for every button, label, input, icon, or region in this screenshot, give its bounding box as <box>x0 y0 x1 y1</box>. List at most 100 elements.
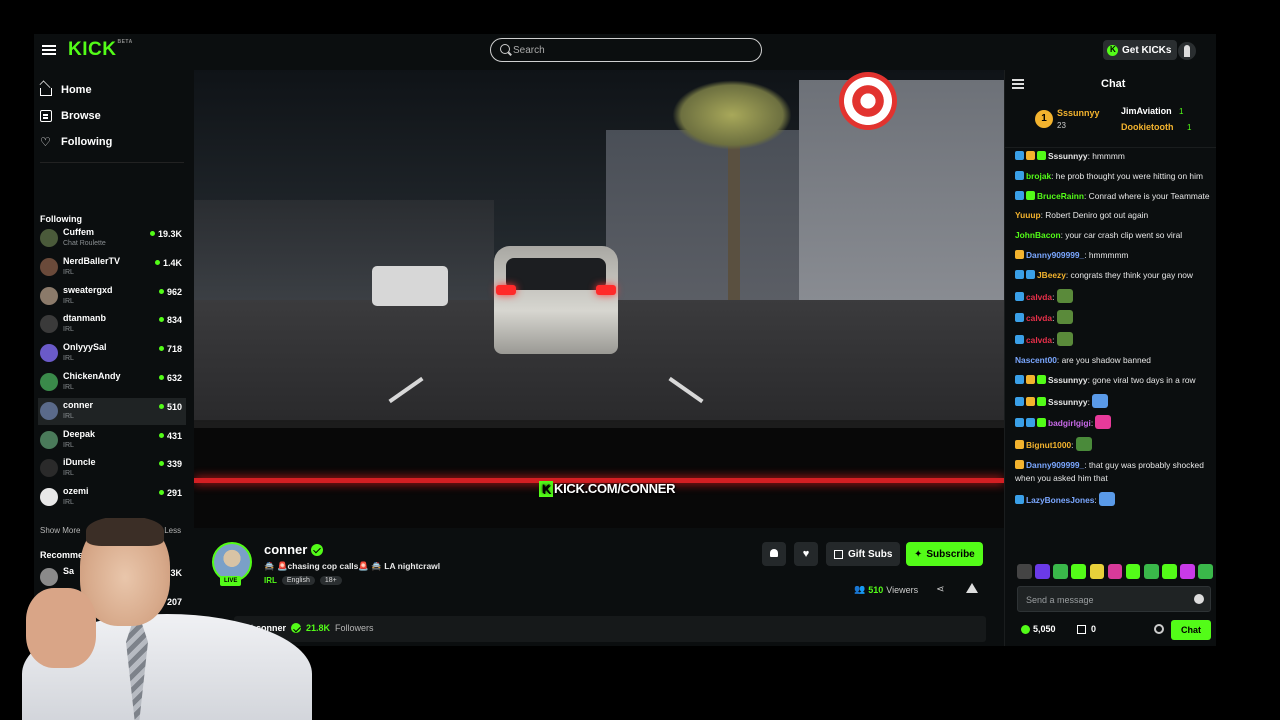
channel-avatar <box>40 459 58 478</box>
emote-shortcut-icon[interactable] <box>1180 564 1195 579</box>
chat-username[interactable]: Yuuup <box>1015 210 1041 220</box>
emote-shortcut-icon[interactable] <box>1089 564 1105 579</box>
sidebar-channel-dtanmanb[interactable]: dtanmanb IRL 834 <box>38 311 186 338</box>
report-warning-icon[interactable] <box>966 583 978 593</box>
chat-username[interactable]: JBeezy <box>1037 270 1066 280</box>
sidebar-channel-deepak[interactable]: Deepak IRL 431 <box>38 427 186 454</box>
chat-username[interactable]: Nascent00 <box>1015 355 1057 365</box>
nav-browse-label: Browse <box>61 110 101 122</box>
nav-browse[interactable]: Browse <box>40 108 101 124</box>
chat-username[interactable]: BruceRainn <box>1037 191 1084 201</box>
chat-username[interactable]: calvda <box>1026 313 1052 323</box>
video-scene-building <box>606 130 806 310</box>
emote-shortcut-icon[interactable] <box>1035 564 1050 579</box>
chat-message-text: hmmmm <box>1092 151 1125 161</box>
sidebar-channel-sweatergxd[interactable]: sweatergxd IRL 962 <box>38 283 186 310</box>
sidebar-channel-nerdballertv[interactable]: NerdBallerTV IRL 1.4K <box>38 254 186 281</box>
emote-bar <box>1017 564 1213 580</box>
search-icon <box>500 44 510 54</box>
emote-shortcut-icon[interactable] <box>1053 564 1068 579</box>
emote-shortcut-icon[interactable] <box>1143 564 1159 579</box>
channel-category: IRL <box>63 412 74 420</box>
nav-following[interactable]: ♡ Following <box>40 134 112 150</box>
emote-shortcut-icon[interactable] <box>1107 564 1123 579</box>
collapse-chat-icon[interactable] <box>1012 79 1024 89</box>
nav-following-label: Following <box>61 136 113 148</box>
search-bar[interactable] <box>490 38 762 62</box>
channel-points[interactable]: 5,050 <box>1021 624 1056 634</box>
sidebar-channel-chickenandy[interactable]: ChickenAndy IRL 632 <box>38 369 186 396</box>
chat-username[interactable]: Danny909999_ <box>1026 250 1084 260</box>
chat-username[interactable]: Danny909999_ <box>1026 460 1084 470</box>
get-kicks-button[interactable]: Get KICKs <box>1103 40 1178 60</box>
logo-beta-label: BETA <box>117 39 133 45</box>
chat-username[interactable]: Bignut1000 <box>1026 440 1071 450</box>
video-player[interactable]: K KICK.COM/CONNER <box>194 70 1004 528</box>
chat-message-text: congrats they think your gay now <box>1070 269 1193 280</box>
chat-username[interactable]: calvda <box>1026 292 1052 302</box>
chat-header: Chat <box>1005 70 1216 98</box>
chat-username[interactable]: LazyBonesJones <box>1026 495 1094 505</box>
sidebar-channel-conner[interactable]: conner IRL 510 <box>38 397 186 425</box>
leader-third-name[interactable]: Dookietooth <box>1121 122 1174 132</box>
share-icon[interactable]: ⋖ <box>936 584 948 596</box>
chat-input-box[interactable] <box>1017 586 1211 612</box>
notification-bell-button[interactable] <box>762 542 786 566</box>
search-input[interactable] <box>513 42 753 58</box>
chat-username[interactable]: Sssunnyy <box>1048 397 1088 407</box>
chat-badge-icon <box>1015 440 1024 450</box>
chat-message-text: are you shadow banned <box>1061 354 1151 365</box>
chat-username[interactable]: Sssunnyy <box>1048 151 1088 161</box>
tag-18-plus[interactable]: 18+ <box>319 576 342 585</box>
channel-category: IRL <box>63 470 74 478</box>
chat-message: JBeezy: congrats they think your gay now <box>1015 269 1215 282</box>
emote-shortcut-icon[interactable] <box>1125 564 1141 579</box>
viewers-icon: 👥 <box>854 584 866 594</box>
emote-shortcut-icon[interactable] <box>1071 564 1086 579</box>
emote-shortcut-icon[interactable] <box>1162 564 1177 579</box>
gift-subs-button[interactable]: Gift Subs <box>826 542 901 566</box>
nav-home[interactable]: Home <box>40 82 92 98</box>
channel-name: ozemi <box>63 486 89 497</box>
chat-badge-icon <box>1015 170 1024 180</box>
chat-username[interactable]: Sssunnyy <box>1048 375 1088 385</box>
emote-shortcut-icon[interactable] <box>1017 564 1032 579</box>
channel-category: IRL <box>63 499 74 507</box>
channel-avatar <box>40 315 58 334</box>
profile-avatar-icon[interactable] <box>1178 42 1196 60</box>
sidebar-channel-cuffem[interactable]: Cuffem Chat Roulette 19.3K <box>38 225 186 252</box>
top-bar: KICKBETA Get KICKs <box>34 34 1216 70</box>
chat-badge-icon <box>1037 374 1046 384</box>
leader-second-name[interactable]: JimAviation <box>1121 106 1172 116</box>
sidebar-divider <box>40 162 184 163</box>
watermark-text: KICK.COM/CONNER <box>554 481 676 496</box>
chat-message: Danny909999_: hmmmmm <box>1015 249 1215 262</box>
chat-username[interactable]: brojak <box>1026 171 1051 181</box>
subscribe-button[interactable]: ✦ Subscribe <box>906 542 983 566</box>
chat-message-input[interactable] <box>1026 593 1186 606</box>
emote-shortcut-icon[interactable] <box>1198 564 1213 579</box>
chat-username[interactable]: calvda <box>1026 335 1052 345</box>
sidebar-channel-ozemi[interactable]: ozemi IRL 291 <box>38 484 186 511</box>
channel-category: Chat Roulette <box>63 240 106 247</box>
emoji-picker-icon[interactable] <box>1194 594 1204 604</box>
hamburger-menu-icon[interactable] <box>42 43 56 57</box>
kicks-balance[interactable]: 0 <box>1077 624 1096 634</box>
channel-name: sweatergxd <box>63 284 113 295</box>
chat-message: calvda: <box>1015 288 1215 304</box>
chat-badge-icon <box>1015 396 1024 406</box>
chat-message: badgirlgigi: <box>1015 415 1215 430</box>
leader-first-name[interactable]: Sssunnyy <box>1057 108 1100 118</box>
sidebar-channel-onlyyysal[interactable]: OnlyyySal IRL 718 <box>38 340 186 367</box>
follow-heart-button[interactable]: ♥ <box>794 542 818 566</box>
sidebar-channel-iduncle[interactable]: iDuncle IRL 339 <box>38 455 186 482</box>
chat-username[interactable]: badgirlgigi <box>1048 418 1091 428</box>
chat-send-button[interactable]: Chat <box>1171 620 1211 640</box>
channel-avatar <box>40 229 58 247</box>
kick-k-icon: K <box>539 480 553 497</box>
chat-badge-icon <box>1037 151 1046 160</box>
kick-logo[interactable]: KICKBETA <box>68 39 133 61</box>
chat-settings-gear-icon[interactable] <box>1154 624 1164 634</box>
chat-username[interactable]: JohnBacon <box>1015 230 1061 240</box>
channel-category: IRL <box>63 441 74 449</box>
